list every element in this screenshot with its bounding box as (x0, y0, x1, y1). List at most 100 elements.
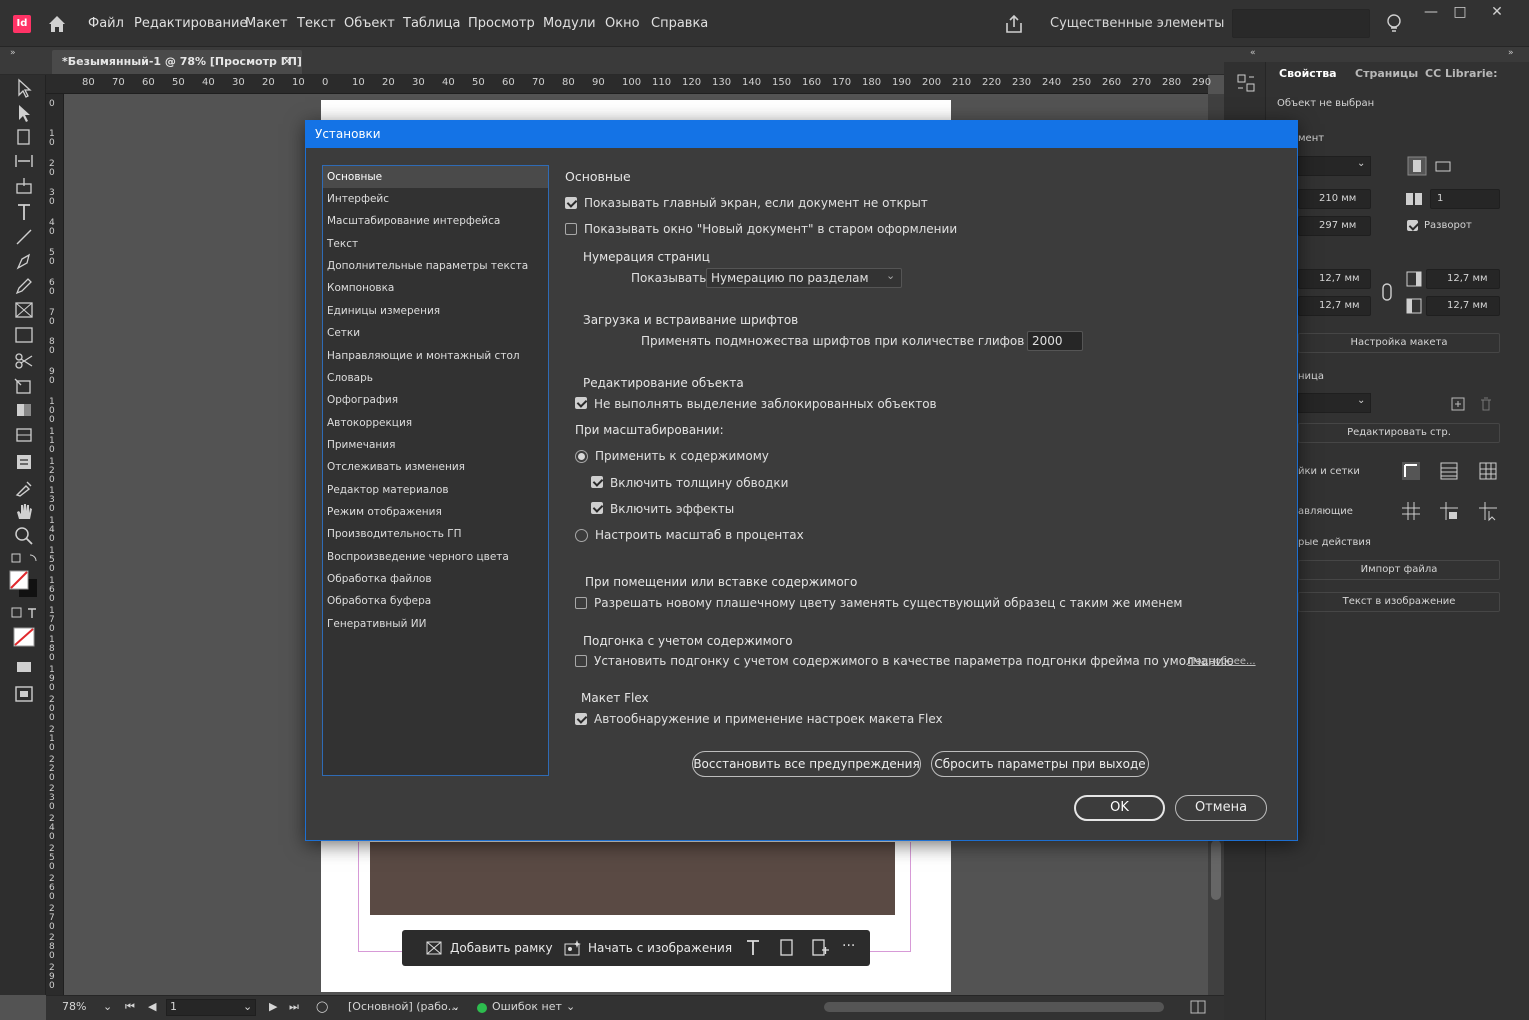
landscape-icon[interactable] (1432, 155, 1454, 177)
category-display-performance[interactable]: Режим отображения (323, 501, 548, 523)
baseline-grid-icon[interactable] (1438, 460, 1460, 482)
menu-help[interactable]: Справка (651, 16, 708, 31)
legacy-new-doc-checkbox[interactable] (565, 223, 577, 235)
category-autocorrect[interactable]: Автокоррекция (323, 412, 548, 434)
category-general[interactable]: Основные (323, 166, 548, 188)
add-frame-button[interactable]: Добавить рамку (424, 934, 553, 962)
ruler-grid-icon[interactable] (1400, 460, 1422, 482)
no-locked-select-checkbox[interactable] (575, 397, 587, 409)
master-chevron-icon[interactable]: ⌄ (1357, 395, 1365, 406)
learn-more-link[interactable]: Подробнее... (1188, 656, 1256, 667)
menu-plugins[interactable]: Модули (543, 16, 596, 31)
pencil-tool-icon[interactable] (13, 276, 35, 296)
pages-count-field[interactable]: 1 (1430, 189, 1500, 209)
zoom-chevron-icon[interactable]: ⌄ (103, 1000, 112, 1013)
preflight-icon[interactable]: ◯ (316, 1000, 328, 1013)
show-home-checkbox[interactable] (565, 197, 577, 209)
menu-edit[interactable]: Редактирование (134, 16, 247, 31)
include-effects-checkbox[interactable] (591, 502, 603, 514)
portrait-icon[interactable] (1406, 155, 1428, 177)
category-advanced-type[interactable]: Дополнительные параметры текста (323, 255, 548, 277)
lock-guides-icon[interactable] (1438, 500, 1460, 522)
hand-tool-icon[interactable] (13, 501, 35, 521)
chevron-down-icon[interactable]: ⌄ (1197, 15, 1206, 28)
vertical-scrollbar-thumb[interactable] (1211, 840, 1221, 900)
split-window-icon[interactable] (1190, 1000, 1206, 1014)
cancel-button[interactable]: Отмена (1175, 795, 1267, 821)
pages-icon[interactable] (778, 938, 796, 958)
add-page-icon-panel[interactable] (1447, 393, 1469, 415)
direct-selection-tool-icon[interactable] (13, 103, 35, 123)
tab-properties[interactable]: Свойства (1279, 67, 1337, 80)
import-file-button[interactable]: Импорт файла (1298, 560, 1500, 580)
horizontal-scrollbar-thumb[interactable] (824, 1002, 1164, 1012)
swap-colors-icon[interactable] (10, 552, 38, 566)
previous-page-icon[interactable]: ◀ (148, 1000, 156, 1013)
dialog-titlebar[interactable] (305, 120, 1298, 148)
screen-mode-icon[interactable] (13, 684, 35, 704)
close-tab-icon[interactable]: × (282, 54, 292, 68)
category-track-changes[interactable]: Отслеживать изменения (323, 456, 548, 478)
category-guides-pasteboard[interactable]: Направляющие и монтажный стол (323, 345, 548, 367)
eyedropper-tool-icon[interactable] (13, 477, 35, 497)
no-locked-select-label[interactable]: Не выполнять выделение заблокированных о… (594, 397, 937, 411)
category-grids[interactable]: Сетки (323, 322, 548, 344)
margin-left-field[interactable]: 12,7 мм (1426, 269, 1500, 289)
allow-swatch-checkbox[interactable] (575, 597, 587, 609)
line-tool-icon[interactable] (13, 227, 35, 247)
allow-swatch-label[interactable]: Разрешать новому плашечному цвету заменя… (594, 596, 1183, 610)
content-collector-icon[interactable] (13, 176, 35, 196)
home-icon[interactable] (46, 13, 68, 35)
errors-chevron-icon[interactable]: ⌄ (566, 1000, 575, 1013)
menu-layout[interactable]: Макет (245, 16, 288, 31)
category-interface[interactable]: Интерфейс (323, 188, 548, 210)
menu-table[interactable]: Таблица (403, 16, 461, 31)
edit-page-button[interactable]: Редактировать стр. (1298, 423, 1500, 443)
link-margins-icon[interactable] (1377, 281, 1399, 303)
height-field[interactable]: 297 мм (1298, 216, 1371, 236)
gradient-tool-icon[interactable] (13, 400, 35, 420)
pen-tool-icon[interactable] (13, 251, 35, 271)
category-spelling[interactable]: Орфография (323, 389, 548, 411)
include-stroke-label[interactable]: Включить толщину обводки (610, 476, 788, 490)
selection-tool-icon[interactable] (13, 78, 35, 98)
tab-pages[interactable]: Страницы (1355, 67, 1418, 80)
category-notes[interactable]: Примечания (323, 434, 548, 456)
expand-tools-icon[interactable]: » (10, 48, 16, 58)
collapse-panel-icon[interactable]: « (1250, 48, 1256, 58)
preflight-profile[interactable]: [Основной] (рабо... (348, 1000, 458, 1013)
category-units[interactable]: Единицы измерения (323, 300, 548, 322)
category-generative-ai[interactable]: Генеративный ИИ (323, 613, 548, 635)
category-story-editor[interactable]: Редактор материалов (323, 479, 548, 501)
numbering-chevron-icon[interactable]: ⌄ (886, 269, 895, 282)
content-aware-checkbox[interactable] (575, 655, 587, 667)
first-page-icon[interactable]: ⏮ (125, 1000, 135, 1014)
type-icon[interactable] (744, 938, 762, 958)
include-stroke-checkbox[interactable] (591, 476, 603, 488)
rectangle-tool-icon[interactable] (13, 325, 35, 345)
share-icon[interactable] (1002, 12, 1026, 36)
smart-guides-icon[interactable] (1477, 500, 1499, 522)
properties-dock-icon[interactable] (1235, 72, 1257, 94)
margin-bottom-field[interactable]: 12,7 мм (1298, 296, 1371, 316)
document-grid-icon[interactable] (1477, 460, 1499, 482)
container-text-toggle-icon[interactable] (10, 606, 40, 620)
facing-pages-checkbox[interactable] (1407, 220, 1418, 231)
page-numbering-select[interactable]: Нумерацию по разделам (706, 268, 902, 288)
category-ui-scaling[interactable]: Масштабирование интерфейса (323, 210, 548, 232)
category-composition[interactable]: Компоновка (323, 277, 548, 299)
scissors-tool-icon[interactable] (13, 351, 35, 371)
category-clipboard[interactable]: Обработка буфера (323, 590, 548, 612)
note-tool-icon[interactable] (13, 452, 35, 472)
menu-file[interactable]: Файл (88, 16, 124, 31)
page-number[interactable]: 1 (170, 1000, 177, 1013)
rectangle-frame-tool-icon[interactable] (13, 300, 35, 320)
zoom-tool-icon[interactable] (13, 525, 35, 545)
category-file-handling[interactable]: Обработка файлов (323, 568, 548, 590)
add-page-icon[interactable] (810, 938, 830, 958)
fill-stroke-swatch-icon[interactable] (9, 570, 39, 598)
legacy-new-doc-label[interactable]: Показывать окно "Новый документ" в старо… (584, 222, 957, 236)
gap-tool-icon[interactable] (13, 151, 35, 171)
vertical-ruler[interactable]: 0 10 20 30 40 50 60 70 80 90 100 110 120 130 140 150 160… (46, 94, 64, 995)
document-tab-title[interactable]: *Безымянный-1 @ 78% [Просмотр ГП] (62, 55, 302, 68)
